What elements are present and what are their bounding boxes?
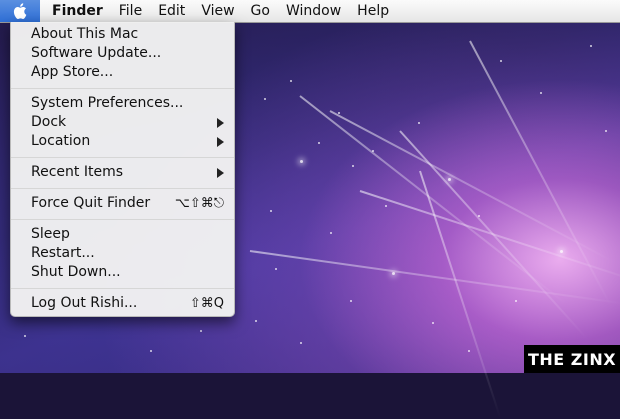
menu-item-label: Sleep: [31, 226, 70, 242]
menu-separator: [11, 188, 234, 189]
menu-help[interactable]: Help: [349, 0, 397, 22]
menu-item-label: App Store...: [31, 64, 114, 80]
menu-item-sleep[interactable]: Sleep: [11, 225, 234, 244]
keyboard-shortcut: ⇧⌘Q: [189, 296, 224, 311]
star: [448, 178, 451, 181]
menu-item-force-quit[interactable]: Force Quit Finder ⌥⇧⌘⎋: [11, 194, 234, 213]
star: [352, 165, 354, 167]
menu-item-software-update[interactable]: Software Update...: [11, 44, 234, 63]
menu-item-shut-down[interactable]: Shut Down...: [11, 263, 234, 282]
menu-window[interactable]: Window: [278, 0, 349, 22]
menu-item-label: Restart...: [31, 245, 95, 261]
menu-item-label: Log Out Rishi...: [31, 295, 138, 311]
menu-file[interactable]: File: [111, 0, 150, 22]
menu-item-label: Force Quit Finder: [31, 195, 151, 211]
menu-view[interactable]: View: [193, 0, 242, 22]
star: [290, 80, 292, 82]
star: [560, 250, 563, 253]
star: [270, 210, 272, 212]
submenu-arrow-icon: [217, 168, 224, 178]
star: [264, 98, 266, 100]
menu-item-label: Recent Items: [31, 164, 123, 180]
star: [372, 150, 374, 152]
menu-item-recent-items[interactable]: Recent Items: [11, 163, 234, 182]
menu-edit[interactable]: Edit: [150, 0, 193, 22]
menu-item-label: Location: [31, 133, 91, 149]
menu-item-label: About This Mac: [31, 26, 139, 42]
light-ray: [419, 170, 502, 419]
star: [540, 92, 542, 94]
star: [300, 342, 302, 344]
star: [605, 130, 607, 132]
menu-separator: [11, 219, 234, 220]
menu-item-system-preferences[interactable]: System Preferences...: [11, 94, 234, 113]
menu-go[interactable]: Go: [243, 0, 278, 22]
menu-separator: [11, 157, 234, 158]
star: [24, 335, 26, 337]
menu-item-log-out[interactable]: Log Out Rishi... ⇧⌘Q: [11, 294, 234, 313]
menu-finder[interactable]: Finder: [40, 0, 111, 22]
menu-item-dock[interactable]: Dock: [11, 113, 234, 132]
star: [338, 112, 340, 114]
light-ray: [329, 110, 614, 263]
apple-icon: [13, 3, 27, 19]
star: [150, 350, 152, 352]
star: [392, 272, 395, 275]
menu-item-about-this-mac[interactable]: About This Mac: [11, 25, 234, 44]
star: [275, 268, 277, 270]
star: [300, 160, 303, 163]
submenu-arrow-icon: [217, 137, 224, 147]
watermark-logo: THE ZINX: [524, 345, 620, 373]
star: [330, 232, 332, 234]
star: [385, 205, 387, 207]
star: [255, 320, 257, 322]
menu-bar: Finder File Edit View Go Window Help: [0, 0, 620, 23]
star: [200, 330, 202, 332]
menu-item-label: Software Update...: [31, 45, 162, 61]
star: [515, 300, 517, 302]
menu-item-label: Dock: [31, 114, 67, 130]
star: [432, 322, 434, 324]
menu-item-app-store[interactable]: App Store...: [11, 63, 234, 82]
star: [318, 142, 320, 144]
apple-menu-button[interactable]: [0, 0, 40, 22]
star: [418, 122, 420, 124]
star: [350, 300, 352, 302]
menu-item-location[interactable]: Location: [11, 132, 234, 151]
submenu-arrow-icon: [217, 118, 224, 128]
keyboard-shortcut: ⌥⇧⌘⎋: [174, 196, 224, 211]
apple-dropdown-menu: About This Mac Software Update... App St…: [10, 22, 235, 317]
menu-item-label: System Preferences...: [31, 95, 184, 111]
star: [500, 60, 502, 62]
menu-separator: [11, 288, 234, 289]
star: [468, 350, 470, 352]
menu-item-restart[interactable]: Restart...: [11, 244, 234, 263]
star: [590, 45, 592, 47]
menu-item-label: Shut Down...: [31, 264, 121, 280]
star: [478, 215, 480, 217]
menu-separator: [11, 88, 234, 89]
